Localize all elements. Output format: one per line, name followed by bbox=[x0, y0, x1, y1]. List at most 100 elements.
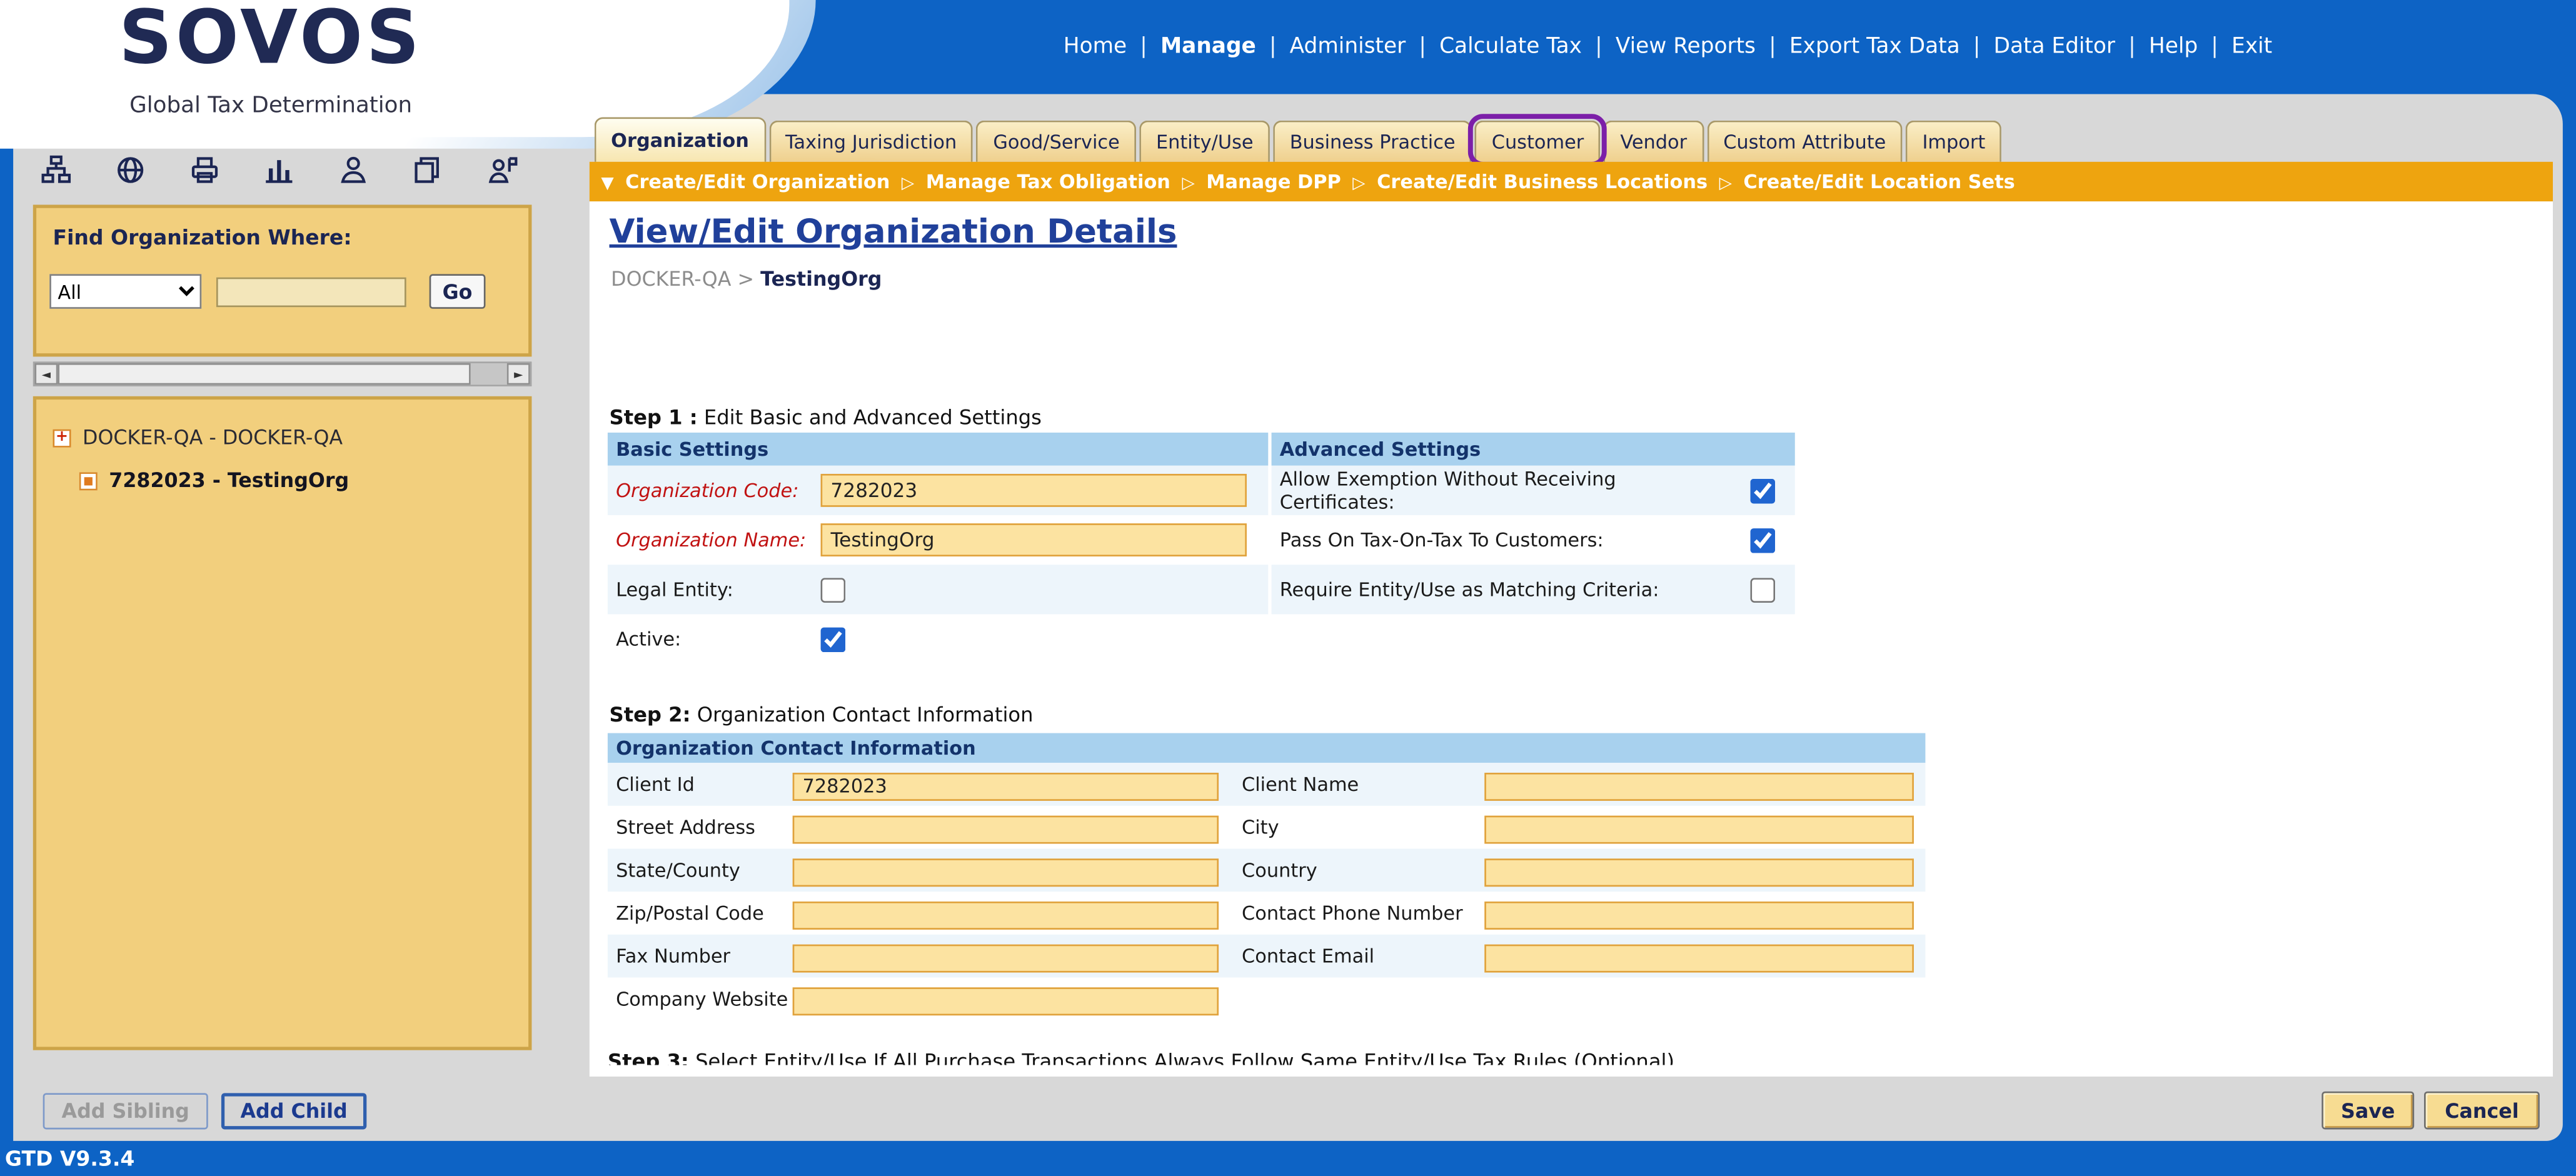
save-button[interactable]: Save bbox=[2322, 1092, 2414, 1130]
copy-icon[interactable] bbox=[408, 150, 447, 189]
triangle-right-icon bbox=[1719, 170, 1732, 193]
basic-row-organization-name: Organization Name: bbox=[608, 515, 1268, 565]
tab-good-service[interactable]: Good/Service bbox=[977, 121, 1136, 162]
subnav-manage-tax-obligation[interactable]: Manage Tax Obligation bbox=[926, 170, 1170, 193]
triangle-down-icon bbox=[601, 170, 613, 193]
contact-email-input[interactable] bbox=[1484, 944, 1914, 972]
tab-vendor[interactable]: Vendor bbox=[1604, 121, 1704, 162]
user-flag-icon[interactable] bbox=[482, 150, 521, 189]
subnav-create-edit-business-locations[interactable]: Create/Edit Business Locations bbox=[1377, 170, 1708, 193]
tree-item-label[interactable]: 7282023 - TestingOrg bbox=[109, 469, 349, 492]
basic-row-legal-entity: Legal Entity: bbox=[608, 565, 1268, 614]
city-input[interactable] bbox=[1484, 815, 1914, 843]
tree-item-label[interactable]: DOCKER-QA - DOCKER-QA bbox=[83, 426, 343, 449]
zip-postal-code-label: Zip/Postal Code bbox=[608, 902, 793, 925]
tab-entity-use[interactable]: Entity/Use bbox=[1140, 121, 1270, 162]
tab-custom-attribute[interactable]: Custom Attribute bbox=[1707, 121, 1903, 162]
sidebar-toolbar bbox=[36, 149, 521, 192]
tab-customer[interactable]: Customer bbox=[1475, 121, 1600, 162]
active-label: Active: bbox=[608, 628, 821, 651]
nav-calculate-tax[interactable]: Calculate Tax bbox=[1439, 34, 1582, 59]
client-name-label: Client Name bbox=[1242, 773, 1484, 796]
nav-home[interactable]: Home bbox=[1064, 34, 1127, 59]
client-id-label: Client Id bbox=[608, 773, 793, 796]
nav-export-tax-data[interactable]: Export Tax Data bbox=[1789, 34, 1960, 59]
contact-row-client-id: Client Id Client Name bbox=[608, 763, 1926, 806]
fax-number-input[interactable] bbox=[793, 944, 1219, 972]
organization-name-input[interactable] bbox=[821, 523, 1247, 556]
globe-icon[interactable] bbox=[111, 150, 150, 189]
cancel-button[interactable]: Cancel bbox=[2424, 1092, 2540, 1130]
top-nav: Home | Manage | Administer | Calculate T… bbox=[776, 0, 2559, 94]
find-field-select[interactable]: All bbox=[49, 274, 201, 308]
nav-view-reports[interactable]: View Reports bbox=[1616, 34, 1756, 59]
nav-separator: | bbox=[1595, 34, 1602, 59]
triangle-right-icon bbox=[1352, 170, 1365, 193]
require-entity-use-checkbox[interactable] bbox=[1749, 577, 1774, 602]
printer-icon[interactable] bbox=[185, 150, 224, 189]
street-address-input[interactable] bbox=[793, 815, 1219, 843]
company-website-input[interactable] bbox=[793, 987, 1219, 1015]
org-node-icon[interactable] bbox=[79, 471, 98, 490]
tab-business-practice[interactable]: Business Practice bbox=[1273, 121, 1472, 162]
tab-import[interactable]: Import bbox=[1906, 121, 2002, 162]
fax-number-label: Fax Number bbox=[608, 945, 793, 968]
add-sibling-button[interactable]: Add Sibling bbox=[43, 1093, 208, 1129]
basic-settings-column: Basic Settings Organization Code: Organi… bbox=[608, 433, 1268, 664]
nav-manage[interactable]: Manage bbox=[1160, 34, 1256, 59]
logo-subtitle: Global Tax Determination bbox=[46, 93, 495, 119]
country-input[interactable] bbox=[1484, 858, 1914, 887]
bar-chart-icon[interactable] bbox=[259, 150, 299, 189]
step3-heading-clipped: Step 3: Select Entity/Use If All Purchas… bbox=[608, 1050, 1896, 1065]
street-address-label: Street Address bbox=[608, 816, 793, 839]
org-chart-icon[interactable] bbox=[36, 150, 76, 189]
client-name-input[interactable] bbox=[1484, 772, 1914, 800]
version-label: GTD V9.3.4 bbox=[5, 1146, 134, 1171]
country-label: Country bbox=[1242, 858, 1484, 882]
contact-row-fax: Fax Number Contact Email bbox=[608, 935, 1926, 978]
advanced-row-pass-on-tax: Pass On Tax-On-Tax To Customers: bbox=[1272, 515, 1795, 565]
active-checkbox[interactable] bbox=[821, 626, 846, 651]
tab-taxing-jurisdiction[interactable]: Taxing Jurisdiction bbox=[769, 121, 974, 162]
pass-on-tax-checkbox[interactable] bbox=[1749, 528, 1774, 553]
contact-phone-input[interactable] bbox=[1484, 901, 1914, 929]
nav-exit[interactable]: Exit bbox=[2231, 34, 2272, 59]
breadcrumb-parent: DOCKER-QA > bbox=[611, 268, 754, 291]
step1-heading: Step 1 : Edit Basic and Advanced Setting… bbox=[610, 406, 1042, 430]
tab-organization[interactable]: Organization bbox=[595, 118, 766, 162]
subnav-create-edit-organization[interactable]: Create/Edit Organization bbox=[625, 170, 890, 193]
expand-plus-icon[interactable]: + bbox=[53, 428, 71, 446]
add-child-button[interactable]: Add Child bbox=[221, 1093, 366, 1129]
tree-item-docker-qa[interactable]: + DOCKER-QA - DOCKER-QA bbox=[53, 426, 343, 449]
go-button[interactable]: Go bbox=[430, 274, 486, 308]
nav-administer[interactable]: Administer bbox=[1290, 34, 1406, 59]
nav-help[interactable]: Help bbox=[2149, 34, 2198, 59]
allow-exemption-checkbox[interactable] bbox=[1749, 478, 1774, 503]
find-organization-controls: All Go bbox=[49, 274, 515, 308]
client-id-input[interactable] bbox=[793, 772, 1219, 800]
state-county-label: State/County bbox=[608, 858, 793, 882]
subnav-create-edit-location-sets[interactable]: Create/Edit Location Sets bbox=[1743, 170, 2015, 193]
legal-entity-checkbox[interactable] bbox=[821, 577, 846, 602]
subnav-manage-dpp[interactable]: Manage DPP bbox=[1206, 170, 1341, 193]
advanced-row-allow-exemption: Allow Exemption Without Receiving Certif… bbox=[1272, 466, 1795, 515]
organization-tree-panel bbox=[33, 396, 532, 1050]
tab-strip: Organization Taxing Jurisdiction Good/Se… bbox=[590, 116, 2555, 162]
sidebar-horizontal-scrollbar[interactable]: ◄ ► bbox=[33, 361, 532, 386]
company-website-label: Company Website bbox=[608, 987, 793, 1010]
scrollbar-thumb[interactable] bbox=[58, 363, 470, 384]
basic-row-active: Active: bbox=[608, 614, 1268, 663]
tree-item-testingorg[interactable]: 7282023 - TestingOrg bbox=[79, 469, 349, 492]
scroll-right-arrow-icon[interactable]: ► bbox=[507, 363, 530, 384]
scroll-left-arrow-icon[interactable]: ◄ bbox=[34, 363, 58, 384]
step1-label: Step 1 : bbox=[610, 406, 698, 430]
organization-code-input[interactable] bbox=[821, 474, 1247, 507]
nav-data-editor[interactable]: Data Editor bbox=[1994, 34, 2116, 59]
state-county-input[interactable] bbox=[793, 858, 1219, 887]
contact-row-zip-postal: Zip/Postal Code Contact Phone Number bbox=[608, 892, 1926, 935]
user-icon[interactable] bbox=[333, 150, 373, 189]
find-text-input[interactable] bbox=[216, 276, 406, 306]
nav-separator: | bbox=[1269, 34, 1277, 59]
contact-info-section-header: Organization Contact Information bbox=[608, 733, 1926, 763]
zip-postal-code-input[interactable] bbox=[793, 901, 1219, 929]
